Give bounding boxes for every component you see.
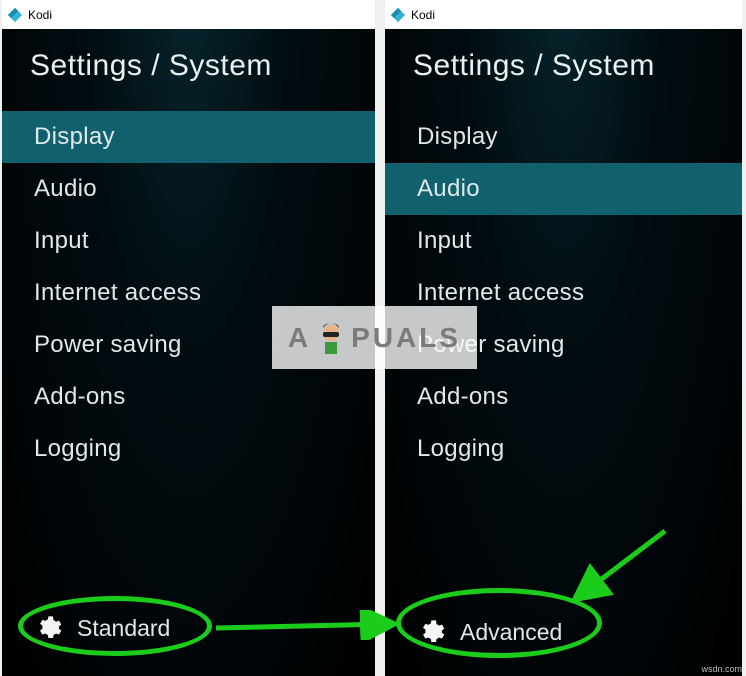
window-titlebar-left: Kodi	[2, 0, 375, 29]
sidebar-item-input[interactable]: Input	[2, 215, 375, 267]
sidebar-item-power-saving[interactable]: Power saving	[385, 319, 742, 371]
content-area-right: Settings / System DisplayAudioInputInter…	[385, 29, 742, 676]
sidebar-item-logging[interactable]: Logging	[385, 423, 742, 475]
settings-level-label: Standard	[77, 615, 170, 642]
sidebar-item-internet-access[interactable]: Internet access	[2, 267, 375, 319]
page-title: Settings / System	[385, 29, 742, 111]
right-pane: Kodi Settings / System DisplayAudioInput…	[385, 0, 742, 676]
settings-level-label: Advanced	[460, 619, 562, 646]
window-titlebar-right: Kodi	[385, 0, 742, 29]
sidebar-item-input[interactable]: Input	[385, 215, 742, 267]
page-title: Settings / System	[2, 29, 375, 111]
sidebar-item-display[interactable]: Display	[385, 111, 742, 163]
sidebar-item-display[interactable]: Display	[2, 111, 375, 163]
kodi-app-icon	[390, 7, 406, 23]
sidebar-item-add-ons[interactable]: Add-ons	[385, 371, 742, 423]
sidebar-item-power-saving[interactable]: Power saving	[2, 319, 375, 371]
gear-icon	[417, 618, 445, 646]
settings-sidebar-menu-left: DisplayAudioInputInternet accessPower sa…	[2, 111, 375, 475]
left-pane: Kodi Settings / System DisplayAudioInput…	[2, 0, 375, 676]
sidebar-item-audio[interactable]: Audio	[385, 163, 742, 215]
sidebar-item-add-ons[interactable]: Add-ons	[2, 371, 375, 423]
window-title: Kodi	[28, 8, 52, 22]
sidebar-item-logging[interactable]: Logging	[2, 423, 375, 475]
footer-credit: wsdn.com	[701, 664, 742, 674]
settings-level-toggle-right[interactable]: Advanced	[385, 618, 742, 646]
kodi-app-icon	[7, 7, 23, 23]
content-area-left: Settings / System DisplayAudioInputInter…	[2, 29, 375, 676]
gear-icon	[34, 614, 62, 642]
sidebar-item-audio[interactable]: Audio	[2, 163, 375, 215]
settings-sidebar-menu-right: DisplayAudioInputInternet accessPower sa…	[385, 111, 742, 475]
sidebar-item-internet-access[interactable]: Internet access	[385, 267, 742, 319]
settings-level-toggle-left[interactable]: Standard	[2, 614, 375, 642]
window-title: Kodi	[411, 8, 435, 22]
